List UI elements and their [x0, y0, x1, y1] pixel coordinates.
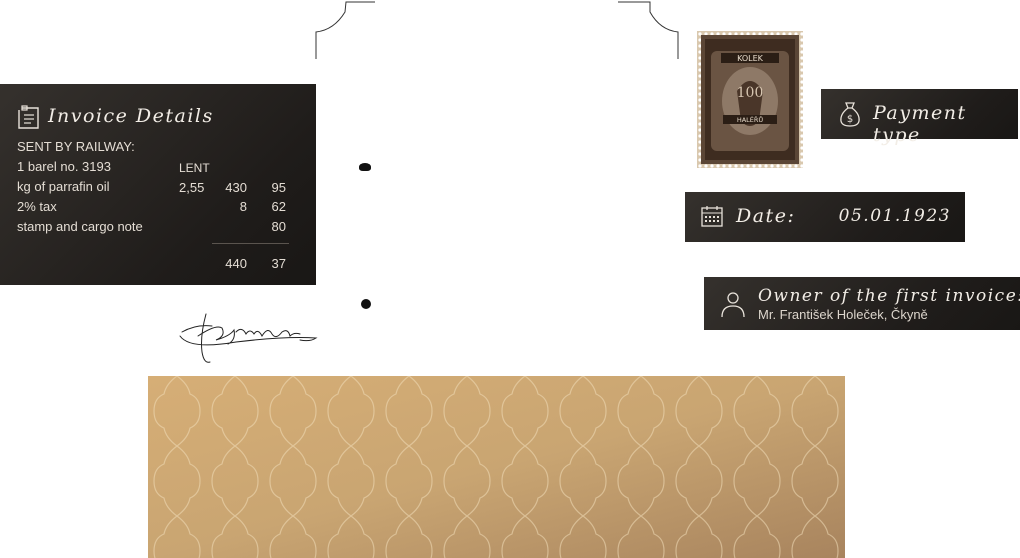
- owner-panel: Owner of the first invoice: Mr. Františe…: [704, 277, 1020, 330]
- date-label: Date:: [736, 205, 796, 227]
- user-icon: [721, 292, 745, 318]
- row-col-c: 62: [271, 199, 286, 214]
- stamp-text-top: KOLEK: [737, 54, 764, 63]
- sent-by-label: SENT BY RAILWAY:: [17, 139, 135, 154]
- calendar-icon: [701, 206, 723, 227]
- svg-text:$: $: [847, 114, 853, 125]
- handwritten-signature: [179, 313, 318, 363]
- row-col-a: 2,55: [179, 180, 205, 195]
- row-label: stamp and cargo note: [17, 219, 143, 234]
- row-label: 2% tax: [17, 199, 57, 214]
- row-col-b: 430: [225, 180, 247, 195]
- date-panel: Date: 05.01.1923: [685, 192, 965, 242]
- row-col-c: 80: [271, 219, 286, 234]
- document-icon: [18, 105, 39, 129]
- row-label: kg of parrafin oil: [17, 179, 110, 194]
- row-col-a: LENT: [179, 161, 210, 175]
- stamp-text-mid: HALÉŘŮ: [737, 115, 764, 124]
- ink-blot: [359, 163, 371, 171]
- total-divider: [212, 243, 289, 244]
- payment-type-panel[interactable]: $ Payment type: [821, 89, 1018, 146]
- decorative-pattern: [148, 376, 845, 558]
- owner-value: Mr. František Holeček, Čkyně: [758, 307, 928, 322]
- postage-stamp: KOLEK HALÉŘŮ 100: [697, 31, 803, 168]
- row-label: 1 barel no. 3193: [17, 159, 111, 174]
- total-col-c: 37: [271, 256, 286, 271]
- invoice-details-panel: Invoice Details SENT BY RAILWAY: 1 barel…: [0, 84, 316, 285]
- stamp-value: 100: [737, 85, 764, 101]
- row-col-c: 95: [271, 180, 286, 195]
- total-col-b: 440: [225, 256, 247, 271]
- row-col-b: 8: [239, 199, 247, 214]
- invoice-title: Invoice Details: [48, 105, 214, 127]
- payment-type-label: Payment type: [873, 102, 967, 146]
- owner-label: Owner of the first invoice:: [758, 286, 1020, 306]
- date-value: 05.01.1923: [838, 206, 951, 226]
- frame-bracket: [315, 1, 679, 59]
- ink-blot: [361, 299, 371, 309]
- money-bag-icon: $: [840, 102, 860, 127]
